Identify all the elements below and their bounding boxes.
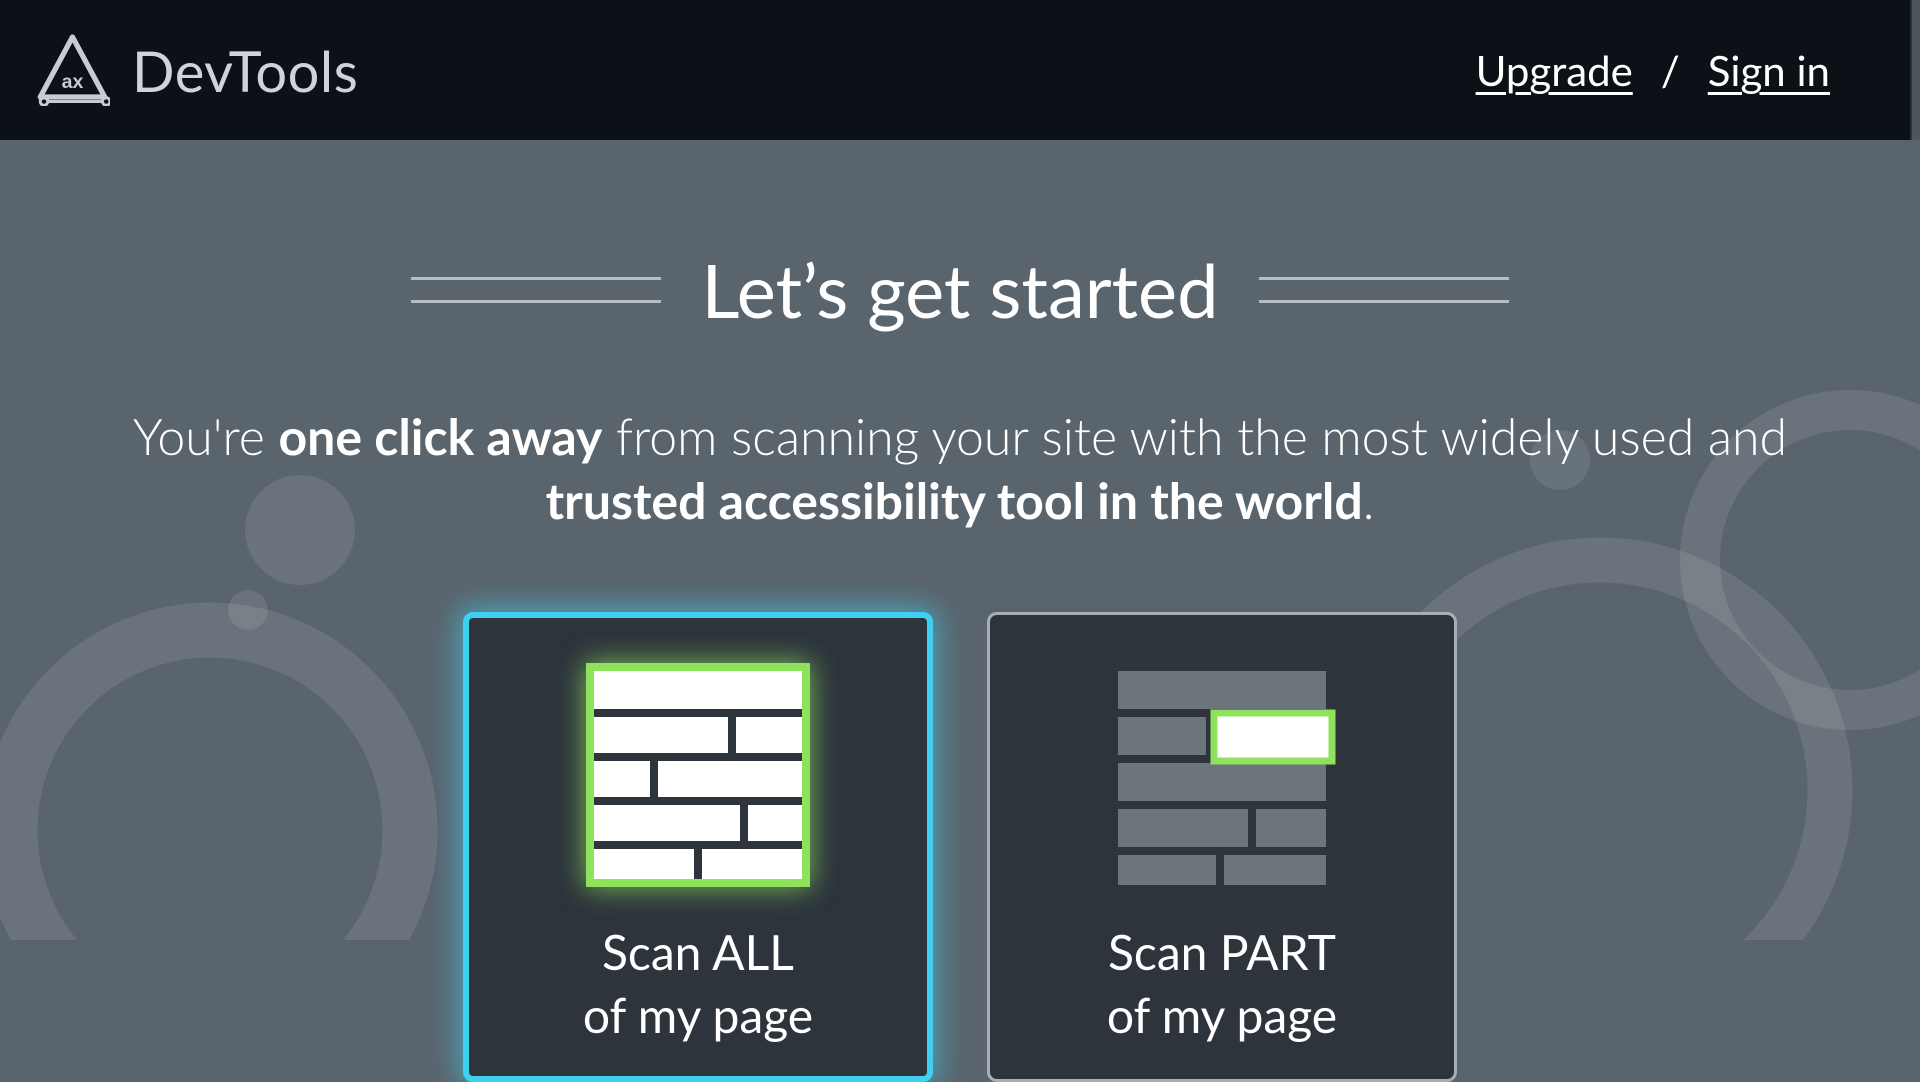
- subtitle-text: You're: [133, 406, 279, 466]
- scan-all-line2: of my page: [583, 987, 813, 1044]
- subtitle-text-mid: from scanning your site with the most wi…: [602, 406, 1787, 466]
- main-content: Let’s get started You're one click away …: [0, 140, 1920, 1080]
- brand-name: DevTools: [132, 37, 358, 104]
- app-header: ax DevTools Upgrade / Sign in: [0, 0, 1920, 140]
- subtitle-text-end: .: [1363, 470, 1375, 530]
- svg-text:ax: ax: [62, 71, 84, 93]
- page-title: Let’s get started: [701, 245, 1218, 334]
- subtitle-bold2: trusted accessibility tool in the world: [546, 470, 1363, 530]
- scrollbar-track[interactable]: [1910, 0, 1920, 140]
- nav-separator: /: [1661, 45, 1680, 95]
- scan-option-cards: Scan ALL of my page: [0, 612, 1920, 1082]
- axe-triangle-icon: ax: [35, 31, 110, 110]
- page-title-row: Let’s get started: [0, 245, 1920, 334]
- header-nav: Upgrade / Sign in: [1476, 45, 1830, 95]
- scan-part-label: Scan PART of my page: [1107, 922, 1337, 1047]
- scan-part-line2: of my page: [1107, 987, 1337, 1044]
- title-rule-left: [411, 277, 661, 303]
- page-subtitle: You're one click away from scanning your…: [0, 404, 1920, 532]
- signin-link[interactable]: Sign in: [1708, 45, 1830, 95]
- brand-logo: ax DevTools: [35, 31, 358, 110]
- scan-all-label: Scan ALL of my page: [583, 922, 813, 1047]
- scan-part-line1: Scan PART: [1108, 924, 1336, 981]
- scan-all-card[interactable]: Scan ALL of my page: [463, 612, 933, 1082]
- scan-all-line1: Scan ALL: [602, 924, 794, 981]
- upgrade-link[interactable]: Upgrade: [1476, 45, 1633, 95]
- scan-part-card[interactable]: Scan PART of my page: [987, 612, 1457, 1082]
- title-rule-right: [1259, 277, 1509, 303]
- page-grid-partial-icon: [1108, 657, 1336, 892]
- subtitle-bold1: one click away: [278, 406, 602, 466]
- page-grid-full-icon: [584, 657, 812, 892]
